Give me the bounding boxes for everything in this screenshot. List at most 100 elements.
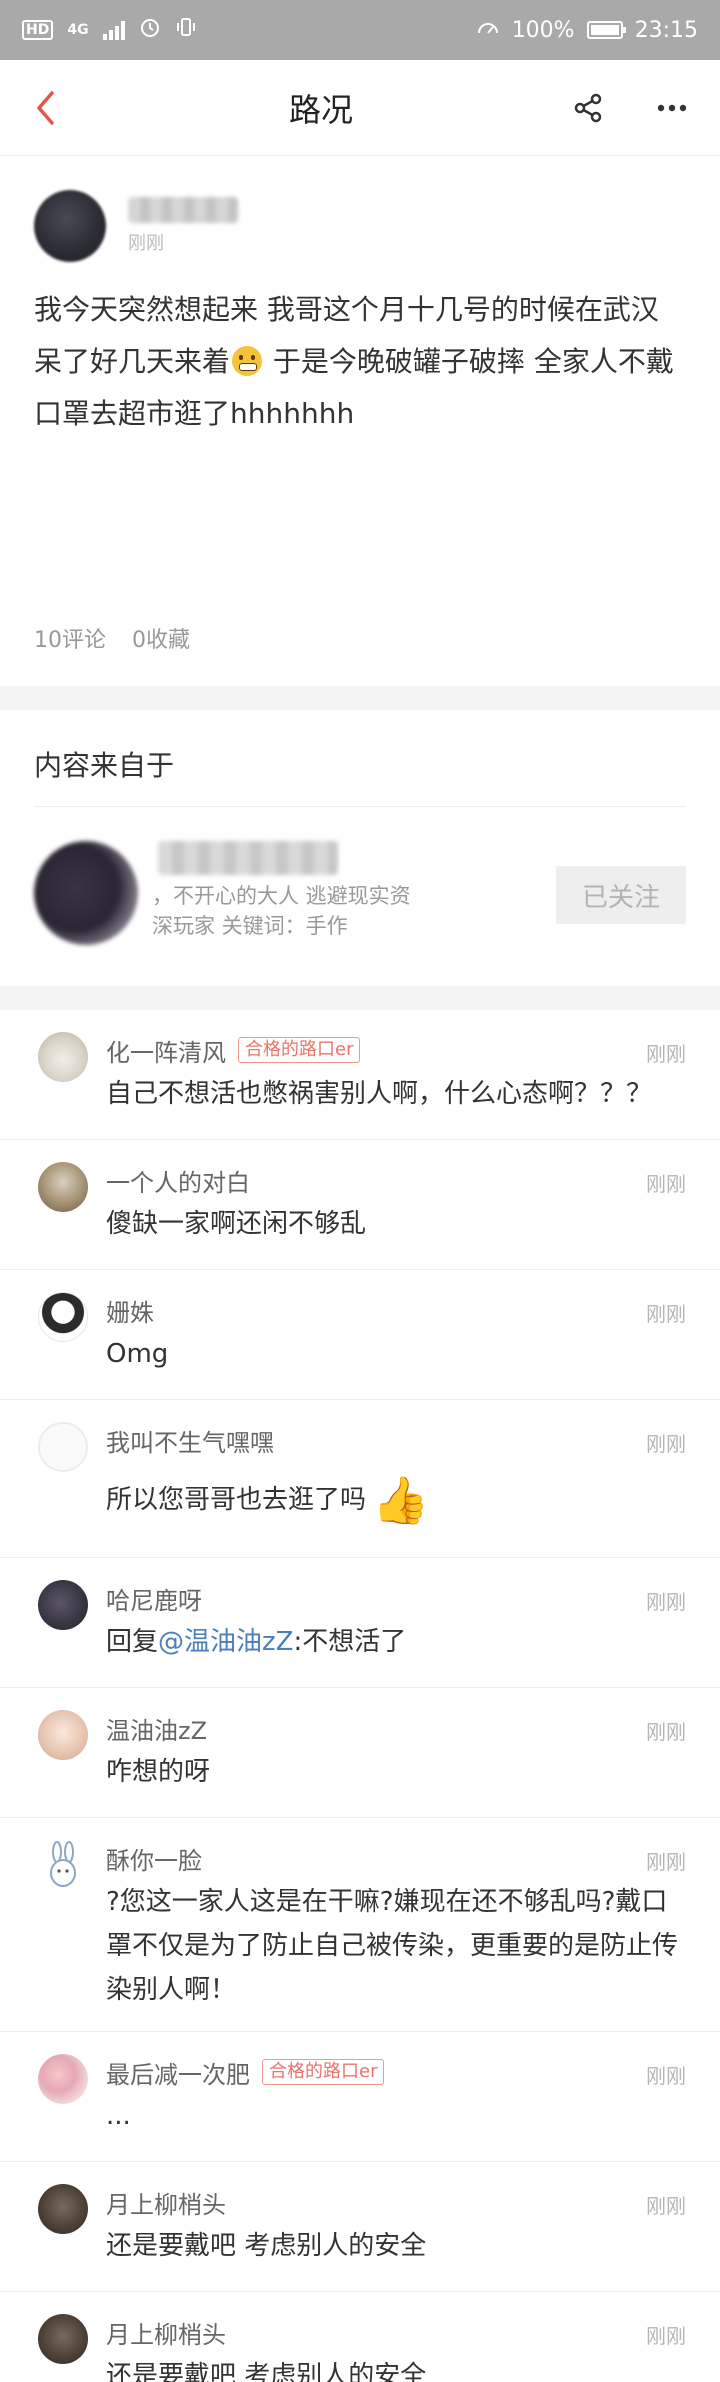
- commenter-name[interactable]: 月上柳梢头: [106, 2315, 226, 2350]
- section-divider: [0, 986, 720, 1010]
- user-badge: 合格的路口er: [262, 2059, 385, 2085]
- comment-text: 还是要戴吧 考虑别人的安全: [106, 2231, 427, 2261]
- comment-header: 温油油zZ: [106, 1710, 686, 1746]
- commenter-name[interactable]: 月上柳梢头: [106, 2185, 226, 2220]
- comment-header: 哈尼鹿呀: [106, 1580, 686, 1616]
- comment-header: 酥你一脸: [106, 1840, 686, 1876]
- comment-time: 刚刚: [646, 1850, 686, 1874]
- comments-count[interactable]: 10评论: [34, 622, 106, 654]
- commenter-name[interactable]: 哈尼鹿呀: [106, 1581, 202, 1616]
- reply-text: :不想活了: [293, 1627, 407, 1657]
- avatar[interactable]: [38, 2054, 88, 2104]
- divider: [34, 806, 686, 807]
- avatar[interactable]: [38, 1422, 88, 1472]
- post-author-info: 刚刚: [128, 197, 238, 255]
- post: 刚刚 我今天突然想起来 我哥这个月十几号的时候在武汉呆了好几天来着 于是今晚破罐…: [0, 156, 720, 686]
- avatar[interactable]: [38, 1162, 88, 1212]
- source-title: 内容来自于: [34, 749, 175, 782]
- clock: 23:15: [634, 17, 698, 43]
- comment-header: 姗姝: [106, 1292, 686, 1328]
- nav-bar: 路况: [0, 60, 720, 156]
- avatar[interactable]: [38, 1710, 88, 1760]
- section-divider: [0, 686, 720, 710]
- signal-icon: [102, 20, 125, 40]
- avatar[interactable]: [34, 190, 106, 262]
- more-icon[interactable]: [652, 88, 692, 128]
- battery-percent: 100%: [511, 17, 575, 43]
- comment-text: 傻缺一家啊还闲不够乱: [106, 1209, 367, 1239]
- thumbs-up-icon: 👍: [372, 1473, 430, 1527]
- comment-item[interactable]: 酥你一脸 刚刚 ?您这一家人这是在干嘛?嫌现在还不够乱吗?戴口罩不仅是为了防止自…: [0, 1818, 720, 2032]
- battery-icon: [586, 21, 626, 39]
- comment-text: ?您这一家人这是在干嘛?嫌现在还不够乱吗?戴口罩不仅是为了防止自己被传染，更重要…: [106, 1887, 679, 2005]
- nav-actions: [568, 88, 692, 128]
- blurred-source-name[interactable]: [158, 841, 338, 875]
- comment-time: 刚刚: [646, 1172, 686, 1196]
- comment-time: 刚刚: [646, 2194, 686, 2218]
- commenter-name[interactable]: 化一阵清风: [106, 1033, 226, 1068]
- commenter-name[interactable]: 一个人的对白: [106, 1163, 250, 1198]
- network-label: 4G: [67, 22, 89, 38]
- comment-text: 所以您哥哥也去逛了吗 👍: [106, 1473, 686, 1527]
- comment-item[interactable]: 我叫不生气嘿嘿 刚刚 所以您哥哥也去逛了吗 👍: [0, 1400, 720, 1558]
- comment-time: 刚刚: [646, 1432, 686, 1456]
- favorites-count[interactable]: 0收藏: [132, 622, 190, 654]
- user-badge: 合格的路口er: [238, 1037, 361, 1063]
- comment-text: 还是要戴吧 考虑别人的安全: [106, 2361, 427, 2382]
- comment-item[interactable]: 月上柳梢头 刚刚 还是要戴吧 考虑别人的安全: [0, 2292, 720, 2382]
- comment-header: 一个人的对白: [106, 1162, 686, 1198]
- follow-button[interactable]: 已关注: [556, 866, 686, 924]
- grimacing-emoji-icon: [232, 346, 263, 376]
- avatar[interactable]: [38, 1580, 88, 1630]
- reply-prefix: 回复: [106, 1627, 159, 1657]
- status-left: HD 4G: [22, 16, 197, 44]
- comment-time: 刚刚: [646, 1302, 686, 1326]
- comment-item[interactable]: 最后减一次肥 合格的路口er 刚刚 ...: [0, 2032, 720, 2162]
- page-title: 路况: [288, 90, 353, 129]
- commenter-name[interactable]: 温油油zZ: [106, 1711, 207, 1746]
- comment-text: 自己不想活也憋祸害别人啊，什么心态啊？？？: [106, 1079, 653, 1109]
- source-avatar[interactable]: [34, 841, 138, 945]
- blurred-username[interactable]: [128, 197, 238, 223]
- hd-indicator: HD: [22, 20, 54, 40]
- status-bar: HD 4G 100% 23:15: [0, 0, 720, 60]
- avatar[interactable]: [38, 2314, 88, 2364]
- comment-time: 刚刚: [646, 1590, 686, 1614]
- comment-item[interactable]: 化一阵清风 合格的路口er 刚刚 自己不想活也憋祸害别人啊，什么心态啊？？？: [0, 1010, 720, 1140]
- commenter-name[interactable]: 我叫不生气嘿嘿: [106, 1423, 274, 1458]
- comment-header: 月上柳梢头: [106, 2314, 686, 2350]
- commenter-name[interactable]: 酥你一脸: [106, 1841, 202, 1876]
- avatar[interactable]: [38, 1032, 88, 1082]
- source-section: 内容来自于 ，不开心的大人 逃避现实资 深玩家 关键词：手作 已关注: [0, 710, 720, 986]
- comment-text: ...: [106, 2101, 131, 2131]
- post-time: 刚刚: [128, 233, 164, 254]
- comment-item[interactable]: 温油油zZ 刚刚 咋想的呀: [0, 1688, 720, 1818]
- comment-item[interactable]: 月上柳梢头 刚刚 还是要戴吧 考虑别人的安全: [0, 2162, 720, 2292]
- status-right: 100% 23:15: [476, 16, 698, 44]
- comment-time: 刚刚: [646, 1720, 686, 1744]
- share-icon[interactable]: [568, 88, 608, 128]
- comment-item[interactable]: 哈尼鹿呀 刚刚 回复@温油油zZ:不想活了: [0, 1558, 720, 1688]
- avatar[interactable]: [38, 1292, 88, 1342]
- comment-header: 最后减一次肥 合格的路口er: [106, 2054, 686, 2090]
- comment-header: 月上柳梢头: [106, 2184, 686, 2220]
- comment-header: 化一阵清风 合格的路口er: [106, 1032, 686, 1068]
- comment-time: 刚刚: [646, 2064, 686, 2088]
- comment-item[interactable]: 一个人的对白 刚刚 傻缺一家啊还闲不够乱: [0, 1140, 720, 1270]
- avatar[interactable]: [38, 2184, 88, 2234]
- avatar[interactable]: [38, 1840, 88, 1890]
- mention-link[interactable]: @温油油zZ: [158, 1627, 293, 1657]
- post-text: 我今天突然想起来 我哥这个月十几号的时候在武汉呆了好几天来着 于是今晚破罐子破摔…: [34, 284, 686, 440]
- comment-text: 咋想的呀: [106, 1757, 211, 1787]
- post-author-row: 刚刚: [34, 156, 686, 262]
- comment-text: Omg: [106, 1339, 169, 1369]
- alarm-icon: [139, 16, 161, 44]
- commenter-name[interactable]: 最后减一次肥: [106, 2055, 250, 2090]
- comment-text: 回复@温油油zZ:不想活了: [106, 1620, 686, 1664]
- commenter-name[interactable]: 姗姝: [106, 1293, 154, 1328]
- bunny-avatar-icon: [50, 1841, 76, 1887]
- post-stats: 10评论 0收藏: [34, 622, 190, 654]
- back-icon[interactable]: [34, 88, 74, 128]
- comment-list: 化一阵清风 合格的路口er 刚刚 自己不想活也憋祸害别人啊，什么心态啊？？？ 一…: [0, 1010, 720, 2382]
- comment-item[interactable]: 姗姝 刚刚 Omg: [0, 1270, 720, 1400]
